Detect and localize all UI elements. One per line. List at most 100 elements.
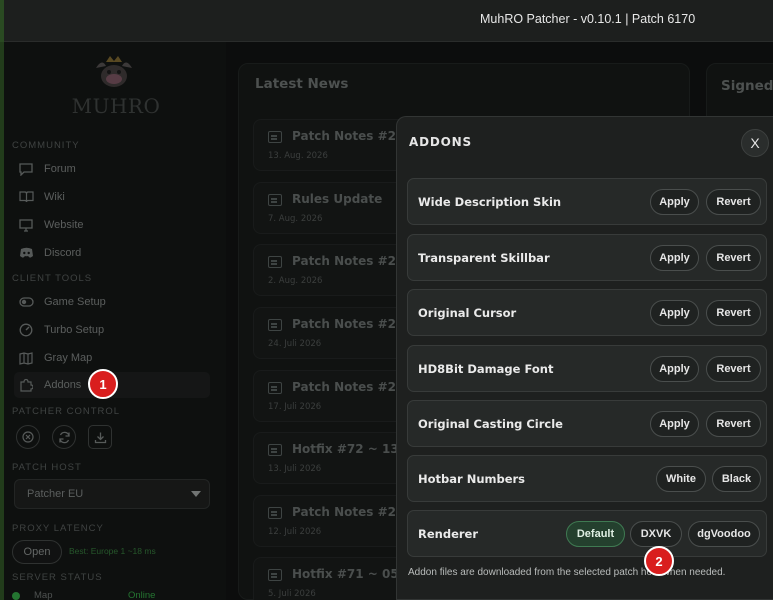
news-icon	[268, 319, 282, 331]
logo-text: MUHRO	[71, 94, 161, 118]
sidebar-item-label: Gray Map	[44, 352, 93, 364]
addon-row-wide-description-skin: Wide Description Skin Apply Revert	[407, 178, 767, 225]
server-status-section-label: SERVER STATUS	[12, 572, 103, 583]
addon-row-transparent-skillbar: Transparent Skillbar Apply Revert	[407, 234, 767, 281]
renderer-dxvk-button[interactable]: DXVK	[630, 521, 682, 547]
patch-host-select[interactable]: Patcher EU	[14, 479, 210, 509]
patch-host-section-label: PATCH HOST	[12, 462, 82, 473]
refresh-button[interactable]	[52, 425, 76, 449]
annotation-badge-2: 2	[644, 546, 674, 576]
addon-name: Wide Description Skin	[418, 195, 562, 209]
puzzle-icon	[18, 377, 34, 393]
revert-button[interactable]: Revert	[706, 300, 761, 326]
sidebar-item-label: Turbo Setup	[44, 324, 105, 336]
close-button[interactable]: X	[741, 129, 769, 157]
sidebar-item-forum[interactable]: Forum	[14, 156, 210, 182]
sidebar-item-label: Forum	[44, 163, 76, 175]
apply-button[interactable]: Apply	[650, 356, 699, 382]
sidebar-item-label: Wiki	[44, 191, 65, 203]
addon-name: Transparent Skillbar	[418, 251, 550, 265]
best-latency-text: Best: Europe 1 ~18 ms	[69, 546, 156, 556]
addon-row-renderer: Renderer Default DXVK dgVoodoo	[407, 510, 767, 557]
revert-button[interactable]: Revert	[706, 245, 761, 271]
news-item-date: 5. Juli 2026	[268, 589, 316, 599]
news-item-title: Patch Notes #237	[292, 505, 413, 519]
addon-name: Original Casting Circle	[418, 417, 563, 431]
revert-button[interactable]: Revert	[706, 189, 761, 215]
news-item-title: Patch Notes #238	[292, 380, 413, 394]
addon-name: HD8Bit Damage Font	[418, 362, 554, 376]
sidebar-item-website[interactable]: Website	[14, 212, 210, 238]
sidebar-item-gray-map[interactable]: Gray Map	[14, 345, 210, 371]
news-icon	[268, 569, 282, 581]
news-item-date: 7. Aug. 2026	[268, 214, 323, 224]
news-icon	[268, 256, 282, 268]
news-item-date: 17. Juli 2026	[268, 402, 322, 412]
renderer-default-button[interactable]: Default	[566, 521, 625, 547]
patch-host-value: Patcher EU	[27, 488, 84, 500]
addon-row-hotbar-numbers: Hotbar Numbers White Black	[407, 455, 767, 502]
annotation-badge-1: 1	[88, 369, 118, 399]
community-section-label: COMMUNITY	[12, 140, 80, 151]
news-icon	[268, 507, 282, 519]
apply-button[interactable]: Apply	[650, 189, 699, 215]
sidebar: MUHRO COMMUNITY Forum Wiki Website Disco…	[4, 42, 226, 600]
chevron-down-icon	[191, 491, 201, 497]
news-item-date: 13. Juli 2026	[268, 464, 322, 474]
addon-name: Renderer	[418, 527, 479, 541]
toggle-icon	[18, 294, 34, 310]
apply-button[interactable]: Apply	[650, 300, 699, 326]
black-button[interactable]: Black	[712, 466, 761, 492]
client-tools-section-label: CLIENT TOOLS	[12, 273, 93, 284]
server-status-row: Map Online	[12, 590, 212, 600]
title-bar: MuhRO Patcher - v0.10.1 | Patch 6170	[4, 0, 773, 42]
news-title: Latest News	[255, 76, 349, 92]
addon-row-original-casting-circle: Original Casting Circle Apply Revert	[407, 400, 767, 447]
news-item-title: Patch Notes #239	[292, 317, 413, 331]
news-icon	[268, 444, 282, 456]
white-button[interactable]: White	[656, 466, 706, 492]
news-item-title: Patch Notes #240	[292, 254, 413, 268]
news-item-title: Rules Update	[292, 192, 383, 206]
addons-modal: ADDONS X Wide Description Skin Apply Rev…	[396, 116, 773, 600]
apply-button[interactable]: Apply	[650, 245, 699, 271]
close-circle-icon	[22, 431, 34, 443]
monitor-icon	[18, 217, 34, 233]
sidebar-item-label: Discord	[44, 247, 82, 259]
news-item-date: 2. Aug. 2026	[268, 276, 323, 286]
modal-title: ADDONS	[409, 135, 472, 149]
addon-row-original-cursor: Original Cursor Apply Revert	[407, 289, 767, 336]
sidebar-item-label: Addons	[44, 379, 82, 391]
news-icon	[268, 194, 282, 206]
apply-button[interactable]: Apply	[650, 411, 699, 437]
forum-icon	[18, 161, 34, 177]
sidebar-item-turbo-setup[interactable]: Turbo Setup	[14, 317, 210, 343]
sidebar-item-label: Website	[44, 219, 84, 231]
revert-button[interactable]: Revert	[706, 411, 761, 437]
gauge-icon	[18, 322, 34, 338]
news-item-date: 24. Juli 2026	[268, 339, 322, 349]
cow-mascot-icon	[96, 56, 132, 87]
sidebar-item-game-setup[interactable]: Game Setup	[14, 289, 210, 315]
sidebar-item-wiki[interactable]: Wiki	[14, 184, 210, 210]
server-state: Online	[128, 590, 156, 600]
addon-name: Hotbar Numbers	[418, 472, 526, 486]
open-latency-button[interactable]: Open	[12, 540, 62, 564]
news-item-date: 12. Juli 2026	[268, 527, 322, 537]
logo: MUHRO	[70, 54, 162, 124]
book-icon	[18, 189, 34, 205]
server-name: Map	[34, 590, 53, 600]
sidebar-item-label: Game Setup	[44, 296, 106, 308]
sidebar-item-discord[interactable]: Discord	[14, 240, 210, 266]
refresh-icon	[58, 431, 70, 443]
news-icon	[268, 131, 282, 143]
proxy-latency-section-label: PROXY LATENCY	[12, 523, 104, 534]
renderer-dgvoodoo-button[interactable]: dgVoodoo	[688, 521, 760, 547]
status-dot-icon	[12, 592, 20, 600]
download-button[interactable]	[88, 425, 112, 449]
discord-icon	[18, 245, 34, 261]
patcher-control-section-label: PATCHER CONTROL	[12, 406, 121, 417]
revert-button[interactable]: Revert	[706, 356, 761, 382]
cancel-patch-button[interactable]	[16, 425, 40, 449]
signed-title: Signed	[721, 78, 773, 94]
